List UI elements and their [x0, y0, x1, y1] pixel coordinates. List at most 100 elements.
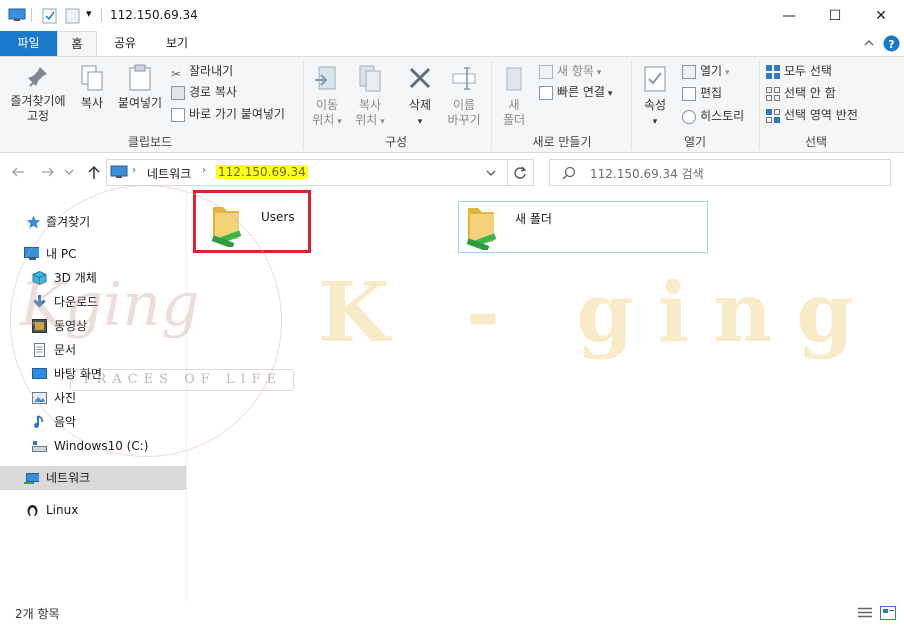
close-button[interactable]: ✕	[858, 0, 904, 31]
path-icon	[171, 85, 185, 100]
properties-icon[interactable]	[42, 8, 58, 24]
sidebar-item-quick-access[interactable]: 즐겨찾기	[0, 210, 186, 234]
edit-button[interactable]: 편집	[682, 84, 722, 102]
open-button[interactable]: 열기 ▾	[682, 62, 729, 80]
sidebar-item-downloads[interactable]: 다운로드	[0, 290, 186, 314]
sidebar-label: 즐겨찾기	[46, 215, 91, 229]
sidebar-item-drive-c[interactable]: Windows10 (C:)	[0, 434, 186, 458]
download-icon	[33, 295, 46, 308]
minimize-button[interactable]: —	[766, 0, 812, 31]
watermark-brand: K - ging	[318, 265, 878, 361]
pin-label-2: 고정	[26, 109, 50, 123]
scissors-icon: ✂	[171, 66, 182, 81]
back-arrow-icon[interactable]	[10, 165, 26, 179]
rename-icon	[452, 67, 476, 90]
history-label: 히스토리	[700, 109, 745, 123]
paste-shortcut-label: 바로 가기 붙여넣기	[189, 107, 285, 121]
breadcrumb-network[interactable]: 네트워크	[147, 165, 191, 182]
up-arrow-icon[interactable]	[86, 164, 102, 180]
copy-path-label: 경로 복사	[189, 85, 237, 99]
address-dropdown-icon[interactable]	[486, 169, 496, 177]
search-icon	[562, 166, 576, 180]
cube-icon	[32, 271, 47, 285]
sidebar-item-music[interactable]: 음악	[0, 410, 186, 434]
help-icon[interactable]: ?	[883, 35, 900, 52]
recent-locations-chevron-icon[interactable]	[64, 168, 74, 176]
sidebar-divider	[186, 189, 187, 601]
rename-button[interactable]: 이름 바꾸기	[442, 64, 486, 128]
large-icons-view-icon[interactable]	[880, 606, 896, 620]
cut-button[interactable]: ✂ 잘라내기	[171, 62, 233, 81]
sidebar-item-videos[interactable]: 동영상	[0, 314, 186, 338]
pc-icon	[110, 165, 128, 178]
move-to-button[interactable]: 이동 위치 ▾	[308, 64, 346, 130]
address-bar[interactable]: › 네트워크 › 112.150.69.34	[106, 159, 534, 186]
tab-home[interactable]: 홈	[57, 31, 97, 56]
search-input[interactable]: 112.150.69.34 검색	[590, 165, 704, 182]
chevron-up-icon[interactable]	[863, 37, 875, 49]
folder-item-new-folder[interactable]: 새 폴더	[458, 201, 708, 253]
sidebar-item-linux[interactable]: Linux	[0, 498, 186, 522]
copy-to-label-1: 복사	[358, 98, 382, 112]
edit-icon	[682, 86, 696, 101]
sidebar-label: 네트워크	[46, 471, 91, 485]
new-folder-label-2: 폴더	[502, 113, 526, 127]
invert-selection-button[interactable]: 선택 영역 반전	[766, 106, 858, 124]
status-item-count: 2개 항목	[15, 607, 60, 621]
search-box[interactable]: 112.150.69.34 검색	[549, 159, 891, 186]
pin-to-quick-access-button[interactable]: 즐겨찾기에 고정	[4, 64, 72, 124]
easy-access-button[interactable]: 빠른 연결 ▾	[539, 83, 612, 101]
edit-label: 편집	[700, 86, 723, 100]
delete-button[interactable]: 삭제 ▾	[402, 64, 438, 130]
ribbon-separator	[491, 60, 492, 150]
sidebar-item-desktop[interactable]: 바탕 화면	[0, 362, 186, 386]
history-button[interactable]: 히스토리	[682, 107, 744, 125]
folder-name: 새 폴더	[515, 212, 552, 226]
copy-path-button[interactable]: 경로 복사	[171, 83, 237, 101]
sidebar-label: 내 PC	[46, 247, 77, 261]
new-folder-button[interactable]: 새 폴더	[496, 64, 532, 128]
copy-to-button[interactable]: 복사 위치 ▾	[350, 64, 390, 130]
tab-view[interactable]: 보기	[155, 31, 199, 56]
tab-share[interactable]: 공유	[103, 31, 147, 56]
sidebar-label: 다운로드	[54, 295, 99, 309]
paste-shortcut-button[interactable]: 바로 가기 붙여넣기	[171, 105, 285, 123]
copy-button[interactable]: 복사	[74, 64, 110, 111]
sidebar-item-network[interactable]: 네트워크	[0, 466, 186, 490]
sidebar-item-this-pc[interactable]: 내 PC	[0, 242, 186, 266]
select-all-button[interactable]: 모두 선택	[766, 62, 832, 80]
paste-icon	[129, 64, 151, 91]
move-to-label-1: 이동	[315, 98, 339, 112]
quick-access-dropdown-icon[interactable]: ▾	[86, 7, 92, 20]
sidebar-label: Windows10 (C:)	[54, 439, 149, 453]
paste-button[interactable]: 붙여넣기	[113, 64, 167, 111]
refresh-icon[interactable]	[513, 166, 527, 180]
properties-button[interactable]: 속성 ▾	[637, 64, 673, 130]
forward-arrow-icon[interactable]	[40, 165, 56, 179]
linux-icon	[27, 505, 38, 516]
select-none-button[interactable]: 선택 안 함	[766, 84, 836, 102]
tab-file[interactable]: 파일	[0, 31, 57, 56]
maximize-button[interactable]: ☐	[812, 0, 858, 31]
new-folder-icon	[506, 67, 522, 91]
breadcrumb-host[interactable]: 112.150.69.34	[216, 165, 308, 179]
shortcut-icon	[171, 107, 185, 122]
sidebar-label: 문서	[54, 343, 77, 357]
shared-folder-icon	[211, 207, 242, 247]
new-folder-icon[interactable]	[65, 8, 81, 24]
group-label-select: 선택	[804, 135, 828, 149]
move-to-label-2: 위치	[312, 113, 335, 127]
new-item-icon	[539, 64, 553, 79]
details-view-icon[interactable]	[858, 607, 872, 619]
music-icon	[34, 415, 43, 428]
sidebar-item-3d-objects[interactable]: 3D 개체	[0, 266, 186, 290]
sidebar-item-documents[interactable]: 문서	[0, 338, 186, 362]
sidebar-label: 3D 개체	[54, 271, 97, 285]
shared-folder-icon	[466, 208, 497, 250]
sidebar-item-pictures[interactable]: 사진	[0, 386, 186, 410]
new-item-button[interactable]: 새 항목 ▾	[539, 62, 601, 80]
folder-name: Users	[261, 210, 295, 224]
folder-item-users[interactable]: Users	[193, 190, 311, 253]
invert-selection-label: 선택 영역 반전	[784, 108, 858, 122]
pc-icon	[24, 247, 39, 260]
